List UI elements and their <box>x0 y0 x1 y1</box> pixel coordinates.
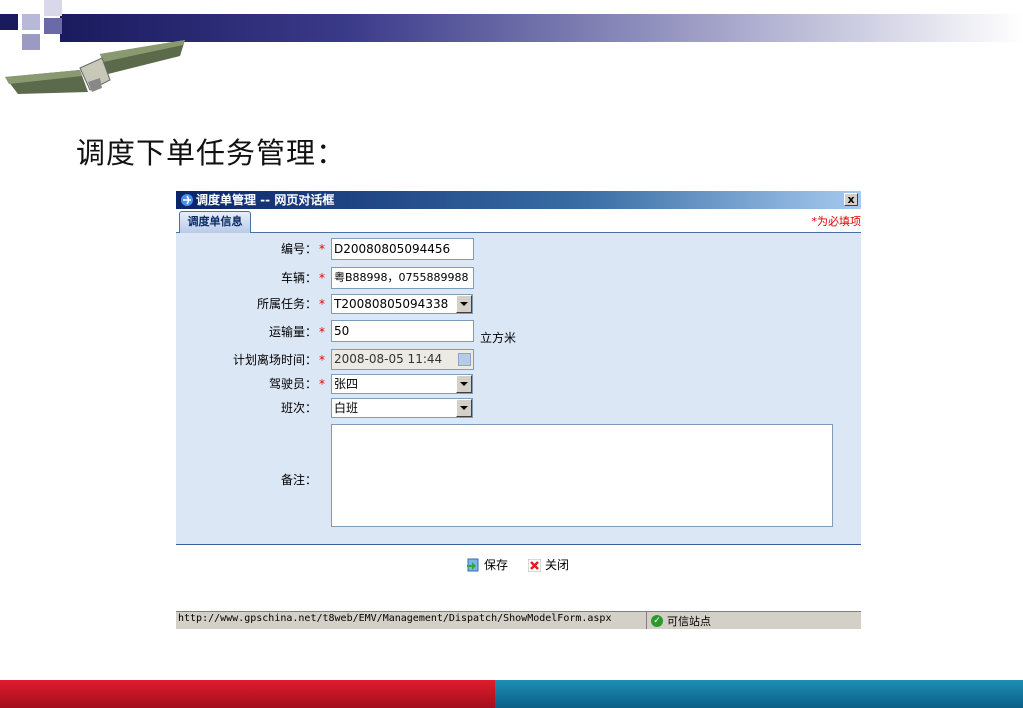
vehicle-field[interactable]: 粤B88998，0755889988 <box>331 267 474 289</box>
remark-label: 备注： <box>280 473 317 487</box>
close-icon[interactable]: x <box>844 193 858 206</box>
shift-label: 班次： <box>280 401 317 415</box>
code-field[interactable]: D20080805094456 <box>331 238 474 260</box>
dialog-title: 调度单管理 -- 网页对话框 <box>196 193 335 207</box>
status-bar: http://www.gpschina.net/t8web/EMV/Manage… <box>176 611 861 629</box>
security-zone-label: 可信站点 <box>667 614 711 628</box>
required-note: *为必填项 <box>811 215 862 228</box>
task-label: 所属任务： <box>256 297 317 311</box>
required-star: * <box>319 377 325 391</box>
volume-label: 运输量： <box>268 325 317 339</box>
required-star: * <box>319 325 325 339</box>
satellite-illustration <box>5 40 185 94</box>
dialog-titlebar[interactable]: 调度单管理 -- 网页对话框 x <box>176 191 861 209</box>
driver-select[interactable]: 张四 <box>331 374 473 394</box>
task-select[interactable]: T20080805094338 <box>331 294 473 314</box>
save-button-label: 保存 <box>484 558 509 572</box>
slide-title: 调度下单任务管理： <box>76 136 347 170</box>
task-select-value: T20080805094338 <box>334 297 449 311</box>
chevron-down-icon[interactable] <box>456 295 472 313</box>
slide-header-bar <box>60 14 1023 42</box>
close-x-icon <box>528 558 541 572</box>
shift-select-value: 白班 <box>334 401 359 415</box>
required-star: * <box>319 242 325 256</box>
tab-bar: 调度单信息 *为必填项 <box>176 209 861 233</box>
form-area: 编号： * D20080805094456 车辆： * 粤B88998，0755… <box>176 233 861 545</box>
remark-textarea[interactable] <box>331 424 833 527</box>
volume-field[interactable]: 50 <box>331 320 474 342</box>
dispatch-dialog: 调度单管理 -- 网页对话框 x 调度单信息 *为必填项 编号： * D2008… <box>176 191 861 629</box>
departure-time-value: 2008-08-05 11:44 <box>334 352 443 366</box>
dialog-footer: 保存 关闭 <box>176 545 861 611</box>
required-star: * <box>319 353 325 367</box>
close-button[interactable]: 关闭 <box>528 557 569 573</box>
required-star: * <box>319 271 325 285</box>
deco-square <box>44 0 62 16</box>
departure-time-field[interactable]: 2008-08-05 11:44 <box>331 349 474 370</box>
chevron-down-icon[interactable] <box>456 375 472 393</box>
required-star: * <box>319 297 325 311</box>
code-label: 编号： <box>280 242 317 256</box>
save-icon <box>467 558 479 572</box>
status-url: http://www.gpschina.net/t8web/EMV/Manage… <box>178 613 612 624</box>
volume-unit: 立方米 <box>480 331 517 345</box>
close-button-label: 关闭 <box>545 558 570 572</box>
check-icon: ✓ <box>651 614 663 627</box>
driver-label: 驾驶员： <box>268 377 317 391</box>
tab-dispatch-info[interactable]: 调度单信息 <box>179 211 251 233</box>
footer-bar-red <box>0 680 495 708</box>
calendar-icon[interactable] <box>458 353 471 366</box>
vehicle-label: 车辆： <box>280 271 317 285</box>
shift-select[interactable]: 白班 <box>331 398 473 418</box>
save-button[interactable]: 保存 <box>466 557 508 573</box>
footer-bar-blue <box>495 680 1023 708</box>
departure-time-label: 计划离场时间： <box>232 353 317 367</box>
deco-square <box>0 14 18 30</box>
chevron-down-icon[interactable] <box>456 399 472 417</box>
security-zone: ✓ 可信站点 <box>646 612 861 629</box>
driver-select-value: 张四 <box>334 377 359 391</box>
ie-icon <box>181 194 193 206</box>
deco-square <box>22 14 40 30</box>
